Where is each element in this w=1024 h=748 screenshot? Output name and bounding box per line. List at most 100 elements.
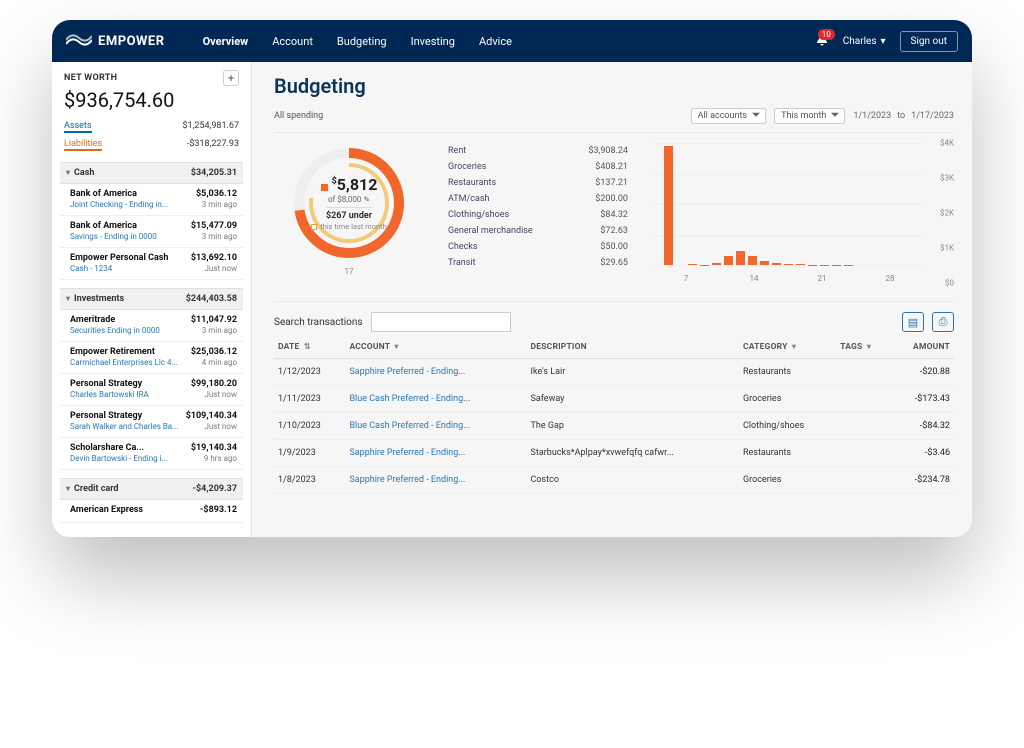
print-icon: ⎙: [939, 315, 948, 329]
user-menu[interactable]: Charles ▾: [843, 36, 886, 47]
col-account[interactable]: ACCOUNT ▾: [345, 336, 526, 359]
y-tick: $1K: [940, 244, 954, 253]
col-amount[interactable]: AMOUNT: [891, 336, 954, 359]
assets-value: $1,254,981.67: [183, 121, 240, 133]
nav-investing[interactable]: Investing: [411, 35, 455, 48]
account-item[interactable]: Ameritrade$11,047.92Securities Ending in…: [60, 310, 243, 342]
col-category[interactable]: CATEGORY ▾: [739, 336, 836, 359]
nav-overview[interactable]: Overview: [203, 35, 249, 48]
category-row[interactable]: Transit$29.65: [448, 255, 628, 271]
transaction-row[interactable]: 1/10/2023Blue Cash Preferred - Ending...…: [274, 413, 954, 440]
chevron-down-icon: ▾: [880, 36, 885, 47]
page-title: Budgeting: [274, 74, 954, 98]
chart-bar[interactable]: [736, 251, 745, 265]
nav-account[interactable]: Account: [272, 35, 313, 48]
donut-value: 5,812: [337, 175, 378, 194]
y-tick: $2K: [940, 209, 954, 218]
main-content: Budgeting All spending All accounts This…: [252, 62, 972, 512]
daily-spend-chart[interactable]: 7142128 $0$1K$2K$3K$4K: [652, 143, 954, 283]
search-transactions-input[interactable]: [371, 312, 511, 332]
category-row[interactable]: General merchandise$72.63: [448, 223, 628, 239]
x-tick: 21: [788, 274, 856, 283]
category-row[interactable]: ATM/cash$200.00: [448, 191, 628, 207]
accounts-filter[interactable]: All accounts: [691, 108, 766, 124]
account-item[interactable]: Bank of America$15,477.09Savings - Endin…: [60, 216, 243, 248]
section-cash[interactable]: ▾Cash$34,205.31: [60, 162, 243, 184]
subheader-label: All spending: [274, 111, 323, 121]
donut-of: of $8,000: [328, 195, 361, 204]
account-item[interactable]: American Express-$893.12: [60, 500, 243, 523]
chart-bar[interactable]: [712, 263, 721, 265]
account-item[interactable]: Scholarshare Ca...$19,140.34Devin Bartow…: [60, 438, 243, 470]
category-row[interactable]: Rent$3,908.24: [448, 143, 628, 159]
chart-bar[interactable]: [772, 263, 781, 265]
chart-bar[interactable]: [688, 264, 697, 265]
nav-budgeting[interactable]: Budgeting: [337, 35, 387, 48]
filter-icon: ▾: [792, 342, 796, 351]
account-item[interactable]: Empower Retirement$25,036.12Carmichael E…: [60, 342, 243, 374]
filter-icon: ▾: [394, 342, 398, 351]
category-row[interactable]: Groceries$408.21: [448, 159, 628, 175]
chart-bar[interactable]: [724, 256, 733, 265]
sign-out-button[interactable]: Sign out: [900, 31, 958, 52]
chart-bar[interactable]: [748, 256, 757, 265]
chart-bar[interactable]: [664, 146, 673, 265]
section-investments[interactable]: ▾Investments$244,403.58: [60, 288, 243, 310]
print-button[interactable]: ⎙: [932, 312, 954, 332]
account-item[interactable]: Bank of America$5,036.12Joint Checking -…: [60, 184, 243, 216]
x-tick: 7: [652, 274, 720, 283]
date-to[interactable]: 1/17/2023: [911, 111, 954, 121]
export-icon: ▤: [908, 316, 918, 329]
donut-color-swatch: [321, 184, 328, 191]
col-desc[interactable]: DESCRIPTION: [527, 336, 739, 359]
brand-wave-icon: [66, 34, 92, 48]
brand-text: EMPOWER: [98, 34, 165, 49]
date-from[interactable]: 1/1/2023: [853, 111, 891, 121]
net-worth-label: NET WORTH: [64, 73, 117, 83]
date-to-word: to: [897, 111, 905, 121]
nav-advice[interactable]: Advice: [479, 35, 512, 48]
donut-bottom-label: 17: [345, 267, 354, 276]
x-tick: 14: [720, 274, 788, 283]
category-row[interactable]: Clothing/shoes$84.32: [448, 207, 628, 223]
donut-under: $267 under: [326, 207, 372, 221]
chart-bar[interactable]: [784, 264, 793, 265]
category-row[interactable]: Checks$50.00: [448, 239, 628, 255]
sidebar: NET WORTH + $936,754.60 Assets $1,254,98…: [52, 62, 252, 537]
transaction-row[interactable]: 1/12/2023Sapphire Preferred - Ending...I…: [274, 359, 954, 386]
chart-bar[interactable]: [760, 261, 769, 265]
transaction-row[interactable]: 1/11/2023Blue Cash Preferred - Ending...…: [274, 386, 954, 413]
top-nav: EMPOWER Overview Account Budgeting Investin…: [52, 20, 972, 62]
category-row[interactable]: Restaurants$137.21: [448, 175, 628, 191]
transactions-table: DATE ⇅ ACCOUNT ▾ DESCRIPTION CATEGORY ▾ …: [274, 336, 954, 494]
section-credit-card[interactable]: ▾Credit card-$4,209.37: [60, 478, 243, 500]
chart-bar[interactable]: [796, 264, 805, 265]
y-tick: $3K: [940, 174, 954, 183]
liabilities-label[interactable]: Liabilities: [64, 139, 102, 151]
account-item[interactable]: Personal Strategy$109,140.34Sarah Walker…: [60, 406, 243, 438]
transaction-row[interactable]: 1/8/2023Sapphire Preferred - Ending...Co…: [274, 467, 954, 494]
category-list: Rent$3,908.24Groceries$408.21Restaurants…: [448, 143, 628, 271]
donut-legend: this time last month: [320, 222, 387, 231]
period-filter[interactable]: This month: [774, 108, 845, 124]
liabilities-value: -$318,227.93: [187, 139, 239, 151]
notification-bell[interactable]: 10: [815, 33, 829, 50]
pencil-icon[interactable]: ✎: [363, 195, 370, 204]
bell-icon: [815, 39, 829, 50]
brand-logo[interactable]: EMPOWER: [66, 34, 165, 49]
assets-label[interactable]: Assets: [64, 121, 92, 133]
transaction-row[interactable]: 1/9/2023Sapphire Preferred - Ending...St…: [274, 440, 954, 467]
user-name: Charles: [843, 36, 877, 47]
account-item[interactable]: Personal Strategy$99,180.20Charles Barto…: [60, 374, 243, 406]
col-tags[interactable]: TAGS ▾: [836, 336, 891, 359]
add-account-button[interactable]: +: [223, 70, 239, 86]
spending-donut[interactable]: $5,812 of $8,000 ✎ $267 under this time …: [274, 143, 424, 276]
y-tick: $4K: [940, 139, 954, 148]
notification-count: 10: [818, 29, 835, 40]
col-date[interactable]: DATE ⇅: [274, 336, 345, 359]
sort-icon: ⇅: [304, 342, 311, 351]
export-button[interactable]: ▤: [902, 312, 924, 332]
x-tick: 28: [856, 274, 924, 283]
y-tick: $0: [945, 279, 954, 288]
account-item[interactable]: Empower Personal Cash$13,692.10Cash - 12…: [60, 248, 243, 280]
